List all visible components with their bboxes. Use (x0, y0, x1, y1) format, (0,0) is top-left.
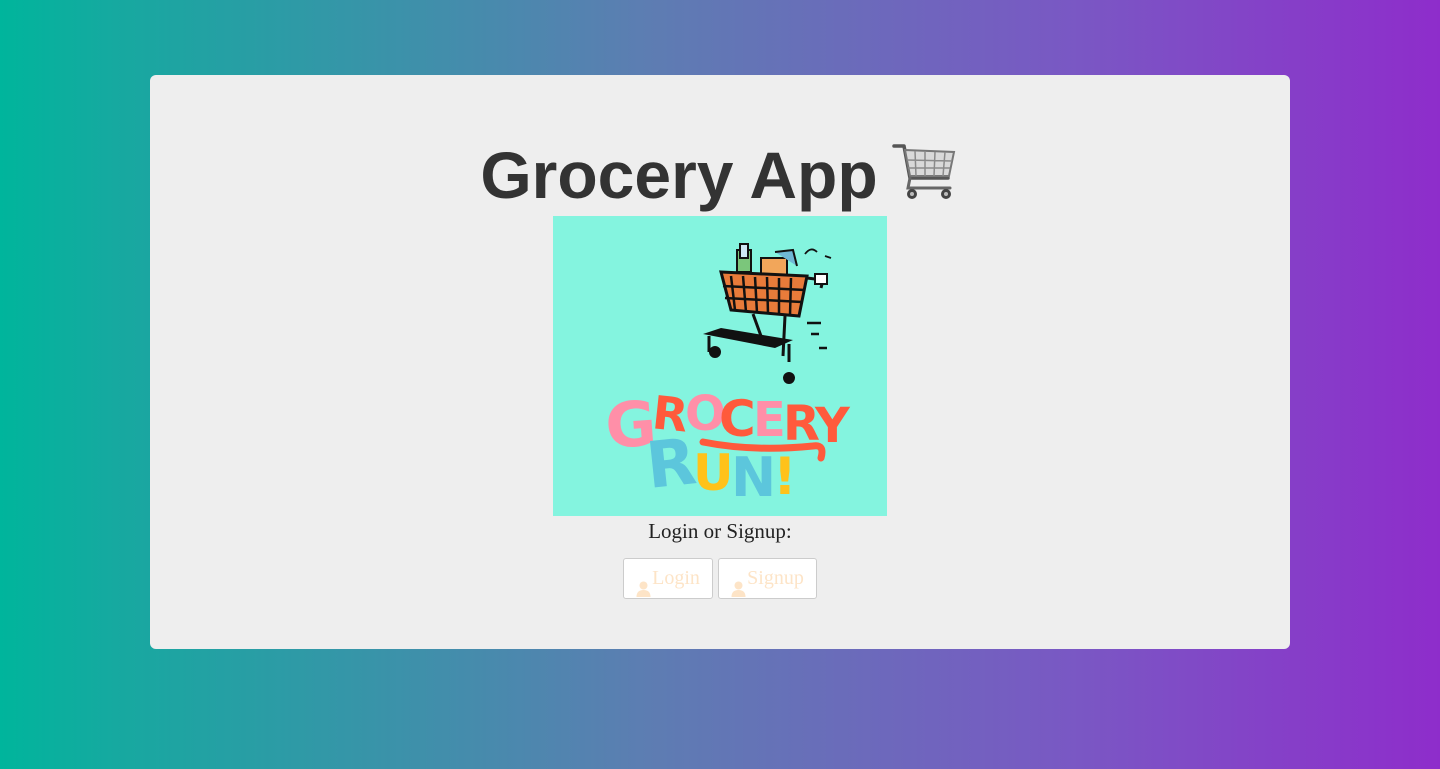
shopping-cart-icon (891, 138, 960, 204)
svg-text:U: U (693, 444, 734, 502)
svg-text:R: R (643, 425, 700, 504)
page-title: Grocery App (150, 135, 1290, 215)
main-card: Grocery App G R O C E R Y R U N ! Login … (150, 75, 1290, 649)
signup-button-label: Signup (747, 567, 804, 589)
svg-text:E: E (753, 392, 786, 448)
svg-text:!: ! (773, 447, 797, 507)
svg-text:C: C (719, 390, 756, 448)
svg-text:N: N (731, 446, 776, 509)
grocery-run-illustration: G R O C E R Y R U N ! (553, 216, 887, 516)
user-icon (731, 571, 746, 597)
signup-button[interactable]: Signup (718, 558, 817, 599)
page-title-text: Grocery App (480, 138, 878, 212)
user-icon (636, 571, 651, 597)
auth-prompt: Login or Signup: (648, 519, 792, 543)
cart-illustration (703, 243, 832, 384)
login-button[interactable]: Login (623, 558, 713, 599)
grocery-run-logo: G R O C E R Y R U N ! (603, 385, 851, 509)
login-button-label: Login (652, 567, 700, 589)
